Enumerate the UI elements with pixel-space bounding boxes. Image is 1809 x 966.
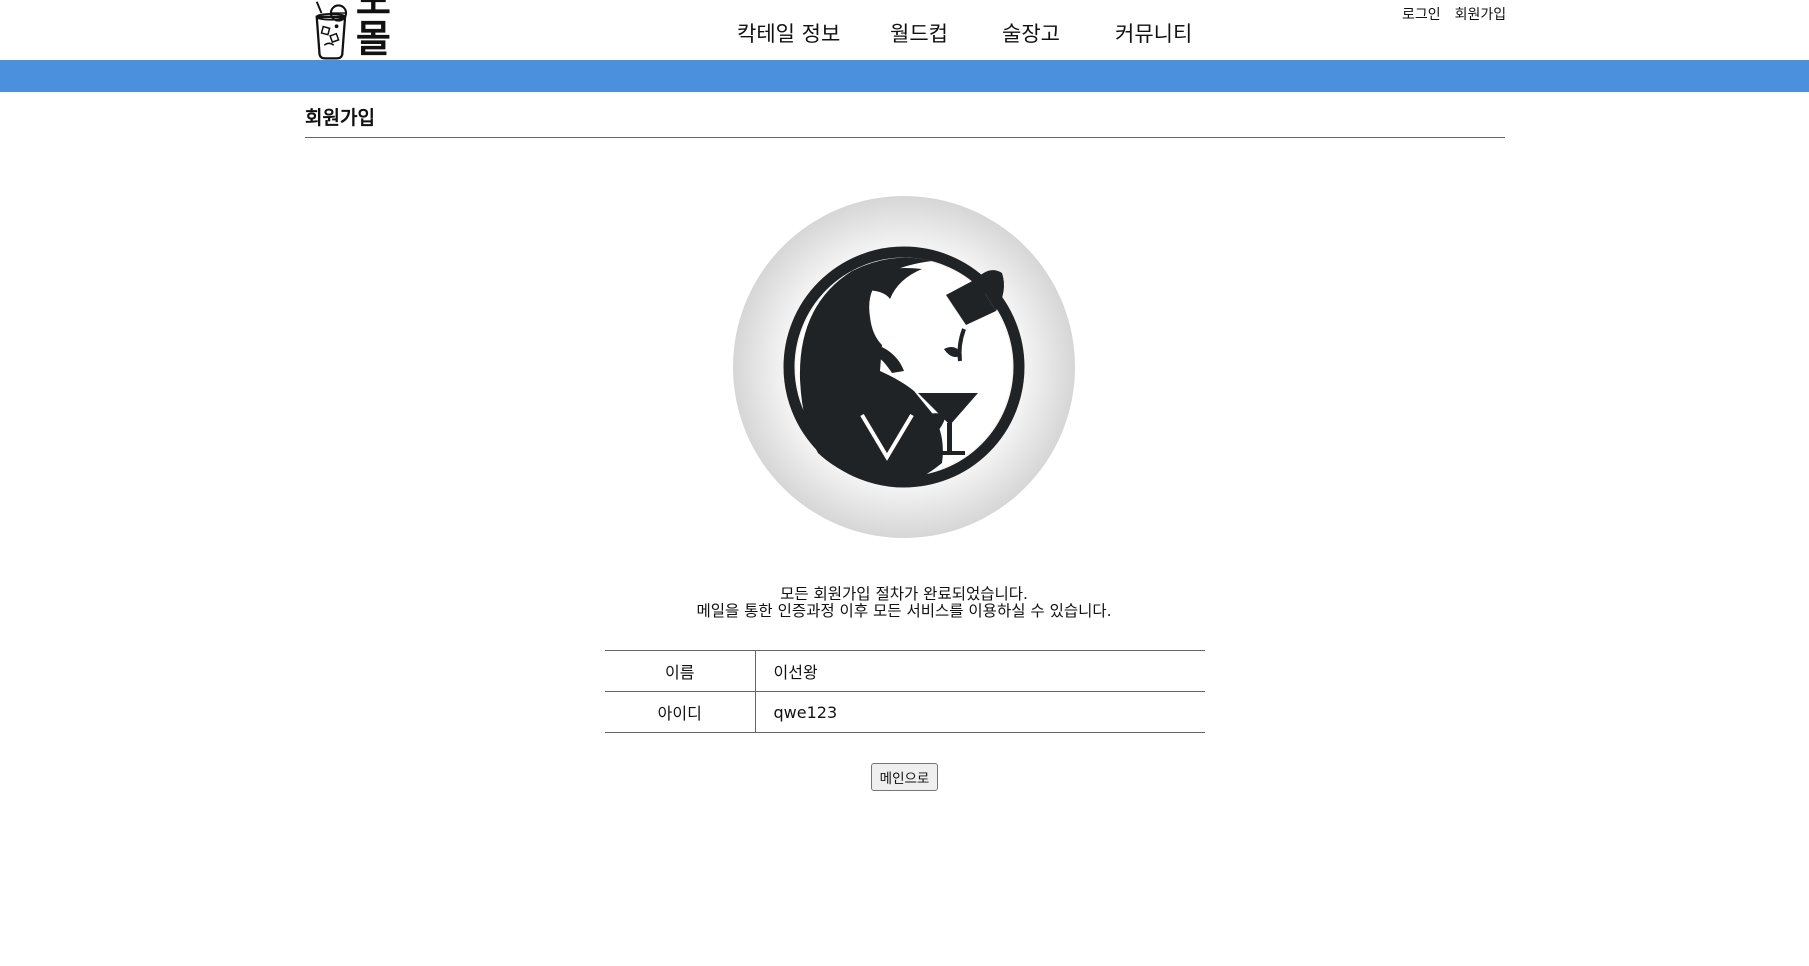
title-divider <box>305 137 1505 138</box>
account-info-table: 이름 이선왕 아이디 qwe123 <box>605 650 1205 733</box>
signup-complete-message: 모든 회원가입 절차가 완료되었습니다. 메일을 통한 인증과정 이후 모든 서… <box>504 586 1304 620</box>
user-links: 로그인 회원가입 <box>1402 4 1506 24</box>
signup-link[interactable]: 회원가입 <box>1455 4 1507 24</box>
page-title: 회원가입 <box>305 107 375 129</box>
nav-item-cocktail-info[interactable]: 칵테일 정보 <box>737 18 840 48</box>
id-label: 아이디 <box>605 691 756 733</box>
nav-item-community[interactable]: 커뮤니티 <box>1115 18 1192 48</box>
bartender-illustration-icon <box>733 196 1075 538</box>
main-nav: 칵테일 정보 월드컵 술장고 커뮤니티 <box>0 18 1809 52</box>
id-value: qwe123 <box>755 691 1205 733</box>
accent-bar <box>0 60 1809 92</box>
go-to-main-button[interactable]: 메인으로 <box>871 763 938 791</box>
table-row: 이름 이선왕 <box>605 650 1205 692</box>
message-line-2: 메일을 통한 인증과정 이후 모든 서비스를 이용하실 수 있습니다. <box>696 602 1112 620</box>
login-link[interactable]: 로그인 <box>1402 4 1441 24</box>
nav-item-worldcup[interactable]: 월드컵 <box>890 18 948 48</box>
name-value: 이선왕 <box>755 650 1205 692</box>
nav-item-liquor-cabinet[interactable]: 술장고 <box>1002 18 1060 48</box>
header: 모몰 칵테일 정보 월드컵 술장고 커뮤니티 로그인 회원가입 <box>0 0 1809 60</box>
table-row: 아이디 qwe123 <box>605 691 1205 733</box>
message-line-1: 모든 회원가입 절차가 완료되었습니다. <box>780 585 1028 603</box>
name-label: 이름 <box>605 650 756 692</box>
